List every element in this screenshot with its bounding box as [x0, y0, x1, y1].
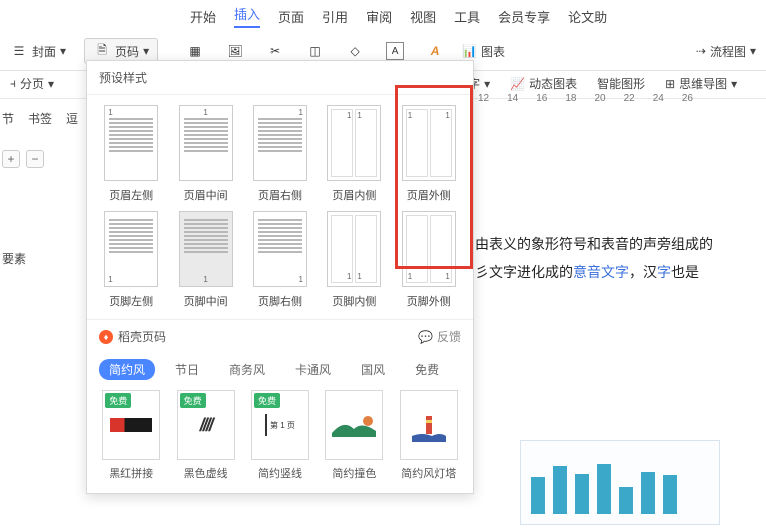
document-text: 由表义的象形符号和表音的声旁组成的 彡文字进化成的意音文字，汉字也是	[475, 230, 766, 286]
filter-cartoon[interactable]: 卡通风	[285, 359, 341, 380]
chart-bar	[531, 477, 545, 514]
text-box-icon[interactable]: A	[386, 42, 404, 60]
tab-page[interactable]: 页面	[278, 7, 304, 26]
flowchart-button[interactable]: ⇢ 流程图 ▾	[696, 43, 756, 60]
tab-view[interactable]: 视图	[410, 7, 436, 26]
tpl-vline[interactable]: 免费 第 1 页 简约竖线	[246, 390, 314, 481]
tpl-redblack[interactable]: 免费 黑红拼接	[97, 390, 165, 481]
tab-review[interactable]: 审阅	[366, 7, 392, 26]
dd-templates: 免费 黑红拼接 免费 //// 黑色虚线 免费 第 1 页 简约竖线 简约撞色	[87, 384, 473, 493]
filter-national[interactable]: 国风	[351, 359, 395, 380]
dd-header-center[interactable]: 1 页眉中间	[171, 105, 239, 203]
word-art-icon[interactable]: A	[426, 42, 444, 60]
dd-footer-inner[interactable]: 11 页脚内侧	[320, 211, 388, 309]
dd-header-left[interactable]: 1 页眉左侧	[97, 105, 165, 203]
bar-chart	[520, 440, 720, 525]
tab-reference[interactable]: 引用	[322, 7, 348, 26]
minus-button[interactable]: −	[26, 150, 44, 168]
dd-title: 预设样式	[87, 61, 473, 95]
smart-shape-button[interactable]: 智能图形	[597, 75, 645, 92]
zoom-buttons: + −	[2, 150, 44, 168]
tpl-slashes[interactable]: 免费 //// 黑色虚线	[171, 390, 239, 481]
filter-business[interactable]: 商务风	[219, 359, 275, 380]
tab-insert[interactable]: 插入	[234, 4, 260, 28]
tpl-hills[interactable]: 简约撞色	[320, 390, 388, 481]
main-tabs: 开始 插入 页面 引用 审阅 视图 工具 会员专享 论文助	[0, 0, 766, 32]
tab-tools[interactable]: 工具	[454, 7, 480, 26]
tab-start[interactable]: 开始	[190, 7, 216, 26]
mindmap-button[interactable]: ⊞ 思维导图 ▾	[665, 75, 737, 92]
shapes-icon[interactable]: ◫	[306, 42, 324, 60]
page-number-dropdown: 预设样式 1 页眉左侧 1 页眉中间 1 页眉右侧 11 页眉内侧 11 页眉外…	[86, 60, 474, 494]
fire-icon: ♦	[99, 330, 113, 344]
page-number-icon: 🗎	[93, 42, 111, 60]
chart-bar	[553, 466, 567, 514]
dd-footer-outer[interactable]: 11 页脚外侧	[395, 211, 463, 309]
cover-button[interactable]: ☰ 封面 ▾	[10, 42, 66, 60]
screenshot-icon[interactable]: ✂	[266, 42, 284, 60]
chart-bar	[575, 474, 589, 514]
left-frag: 节书签逗	[2, 110, 78, 127]
tab-member[interactable]: 会员专享	[498, 7, 550, 26]
filter-simple[interactable]: 简约风	[99, 359, 155, 380]
tpl-lighthouse[interactable]: 简约风灯塔	[395, 390, 463, 481]
dd-footer-right[interactable]: 1 页脚右侧	[246, 211, 314, 309]
dd-header-right[interactable]: 1 页眉右侧	[246, 105, 314, 203]
filter-festival[interactable]: 节日	[165, 359, 209, 380]
pagebreak-button[interactable]: ⫞ 分页 ▾	[10, 75, 54, 92]
dd-header-grid: 1 页眉左侧 1 页眉中间 1 页眉右侧 11 页眉内侧 11 页眉外侧 1 页…	[87, 95, 473, 319]
dd-filters: 简约风 节日 商务风 卡通风 国风 免费	[87, 353, 473, 384]
feedback-button[interactable]: 💬 反馈	[418, 328, 461, 345]
cover-icon: ☰	[10, 42, 28, 60]
chart-bar	[641, 472, 655, 514]
dd-header-outer[interactable]: 11 页眉外侧	[395, 105, 463, 203]
tab-thesis[interactable]: 论文助	[568, 7, 607, 26]
chart-button[interactable]: 📊 图表	[462, 43, 505, 60]
ruler: 1214161820222426	[478, 93, 693, 104]
icon-lib-icon[interactable]: ◇	[346, 42, 364, 60]
chart-bar	[619, 487, 633, 514]
dd-footer-center[interactable]: 1 页脚中间	[171, 211, 239, 309]
table-icon[interactable]: ▦	[186, 42, 204, 60]
image-icon[interactable]: 🖼	[226, 42, 244, 60]
plus-button[interactable]: +	[2, 150, 20, 168]
dd-header-inner[interactable]: 11 页眉内侧	[320, 105, 388, 203]
filter-free[interactable]: 免费	[405, 359, 449, 380]
chart-bar	[597, 464, 611, 514]
left-frag-2: 要素	[2, 250, 26, 267]
dd-section-header: ♦稻壳页码 💬 反馈	[87, 319, 473, 353]
dd-footer-left[interactable]: 1 页脚左侧	[97, 211, 165, 309]
motion-chart-button[interactable]: 📈 动态图表	[510, 75, 577, 92]
chart-bar	[663, 475, 677, 514]
